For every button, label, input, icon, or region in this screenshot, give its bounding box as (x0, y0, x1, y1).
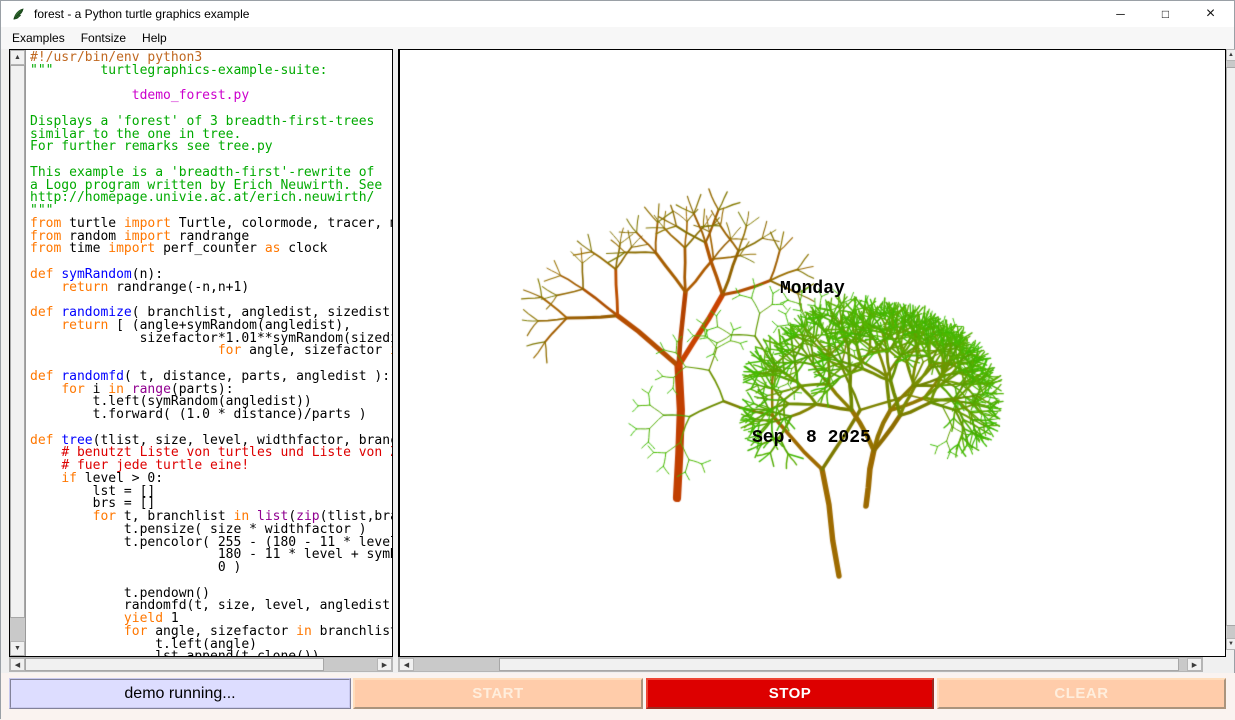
editor-vertical-scrollbar[interactable]: ▲ ▼ (10, 50, 26, 656)
app-icon (11, 7, 26, 22)
turtle-canvas-inner: Monday Sep. 8 2025 (400, 50, 1225, 656)
scroll-up-icon[interactable]: ▲ (10, 50, 25, 65)
code-line: return randrange(-n,n+1) (30, 282, 392, 295)
editor-hscroll-thumb[interactable] (25, 658, 324, 671)
code-line: lst.append(t.clone()) (30, 651, 392, 656)
scroll-down-icon[interactable]: ▼ (10, 641, 25, 656)
code-line: 0 ) (30, 562, 392, 575)
canvas-hscroll-track[interactable] (414, 658, 1187, 671)
canvas-vscroll-track[interactable] (1226, 61, 1235, 638)
canvas-text-label: Sep. 8 2025 (752, 428, 871, 448)
canvas-scroll-right-icon[interactable]: ▶ (1187, 658, 1202, 671)
code-line: t.forward( (1.0 * distance)/parts ) (30, 409, 392, 422)
menu-fontsize[interactable]: Fontsize (73, 28, 134, 48)
code-line: from time import perf_counter as clock (30, 243, 392, 256)
stop-button[interactable]: STOP (646, 678, 934, 709)
canvas-vertical-scrollbar[interactable]: ▲ ▼ (1226, 49, 1235, 650)
status-label: demo running... (9, 678, 351, 709)
menu-bar: Examples Fontsize Help (1, 27, 1234, 49)
title-bar: forest - a Python turtle graphics exampl… (1, 1, 1234, 27)
code-line: For further remarks see tree.py (30, 141, 392, 154)
canvas-scroll-up-icon[interactable]: ▲ (1226, 49, 1235, 61)
scroll-left-icon[interactable]: ◀ (10, 658, 25, 671)
canvas-vscroll-thumb[interactable] (1226, 67, 1235, 627)
code-line: http://homepage.univie.ac.at/erich.neuwi… (30, 192, 392, 205)
menu-help[interactable]: Help (134, 28, 175, 48)
minimize-button[interactable]: ─ (1098, 1, 1143, 27)
close-button[interactable]: × (1188, 1, 1233, 27)
editor-vscroll-thumb[interactable] (10, 65, 25, 618)
maximize-button[interactable]: □ (1143, 1, 1188, 27)
scroll-right-icon[interactable]: ▶ (377, 658, 392, 671)
code-line: for angle, sizefactor in branchlist ] (30, 345, 392, 358)
canvas-text-label: Monday (780, 279, 845, 299)
menu-examples[interactable]: Examples (4, 28, 73, 48)
canvas-hscroll-thumb[interactable] (499, 658, 1179, 671)
start-button[interactable]: START (353, 678, 643, 709)
window-controls: ─ □ × (1098, 1, 1233, 27)
code-line: """ turtlegraphics-example-suite: (30, 65, 392, 78)
turtle-canvas-panel: Monday Sep. 8 2025 (398, 49, 1226, 657)
canvas-horizontal-scrollbar[interactable]: ◀ ▶ (398, 657, 1203, 672)
canvas-scroll-left-icon[interactable]: ◀ (399, 658, 414, 671)
editor-horizontal-scrollbar[interactable]: ◀ ▶ (9, 657, 393, 672)
code-line: tdemo_forest.py (30, 90, 392, 103)
canvas-scroll-down-icon[interactable]: ▼ (1226, 638, 1235, 650)
editor-hscroll-track[interactable] (25, 658, 377, 671)
code-editor-panel: ▲ ▼ #!/usr/bin/env python3""" turtlegrap… (9, 49, 393, 657)
clear-button[interactable]: CLEAR (937, 678, 1226, 709)
bottom-bar: demo running... START STOP CLEAR (1, 673, 1235, 720)
window-title: forest - a Python turtle graphics exampl… (34, 7, 249, 21)
turtle-canvas (400, 50, 1223, 654)
editor-vscroll-track[interactable] (10, 65, 25, 641)
code-text[interactable]: #!/usr/bin/env python3""" turtlegraphics… (26, 50, 392, 656)
